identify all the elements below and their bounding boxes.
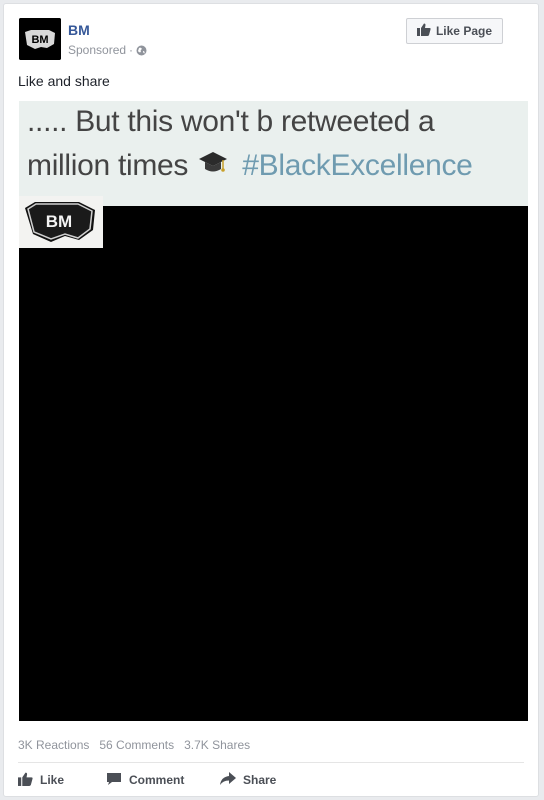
page-name-link[interactable]: BM <box>68 22 90 38</box>
engagement-stats: 3K Reactions 56 Comments 3.7K Shares <box>18 738 250 752</box>
reactions-count[interactable]: 3K Reactions <box>18 738 89 752</box>
graduation-cap-icon <box>198 149 228 185</box>
globe-icon <box>136 45 147 56</box>
like-button[interactable]: Like <box>18 770 106 790</box>
thumbs-up-icon <box>416 23 431 39</box>
sponsored-post-card: BM BM Sponsored · Like Page Like and sha… <box>3 3 539 797</box>
shares-count[interactable]: 3.7K Shares <box>184 738 250 752</box>
bm-watermark: BM <box>19 196 103 248</box>
media-caption-line-1: ..... But this won't b retweeted a <box>27 105 435 138</box>
like-page-label: Like Page <box>435 24 492 38</box>
svg-text:BM: BM <box>46 212 72 231</box>
sponsored-meta: Sponsored · <box>68 43 147 57</box>
hashtag-link[interactable]: #BlackExcellence <box>242 149 473 182</box>
caption-text: million times <box>27 149 189 182</box>
bm-logo-icon: BM <box>19 18 61 60</box>
actions-divider <box>18 762 524 763</box>
comments-count[interactable]: 56 Comments <box>99 738 174 752</box>
comment-label: Comment <box>129 773 185 787</box>
share-arrow-icon <box>220 772 236 788</box>
meta-separator: · <box>129 43 134 57</box>
speech-bubble-icon <box>106 772 122 789</box>
post-actions: Like Comment Share <box>18 770 300 790</box>
like-page-button[interactable]: Like Page <box>405 18 503 44</box>
thumbs-up-icon <box>18 772 33 789</box>
svg-text:BM: BM <box>31 34 48 46</box>
video-frame[interactable] <box>19 206 528 721</box>
post-message: Like and share <box>18 73 110 89</box>
comment-button[interactable]: Comment <box>106 770 220 790</box>
share-button[interactable]: Share <box>220 770 300 790</box>
bm-watermark-logo-icon: BM <box>19 196 103 248</box>
media-caption-line-2: million times #BlackExcellence <box>27 149 473 185</box>
sponsored-label[interactable]: Sponsored <box>68 43 126 57</box>
post-media[interactable]: ..... But this won't b retweeted a milli… <box>19 101 528 721</box>
like-label: Like <box>40 773 65 787</box>
page-avatar[interactable]: BM <box>19 18 61 60</box>
share-label: Share <box>243 773 277 787</box>
